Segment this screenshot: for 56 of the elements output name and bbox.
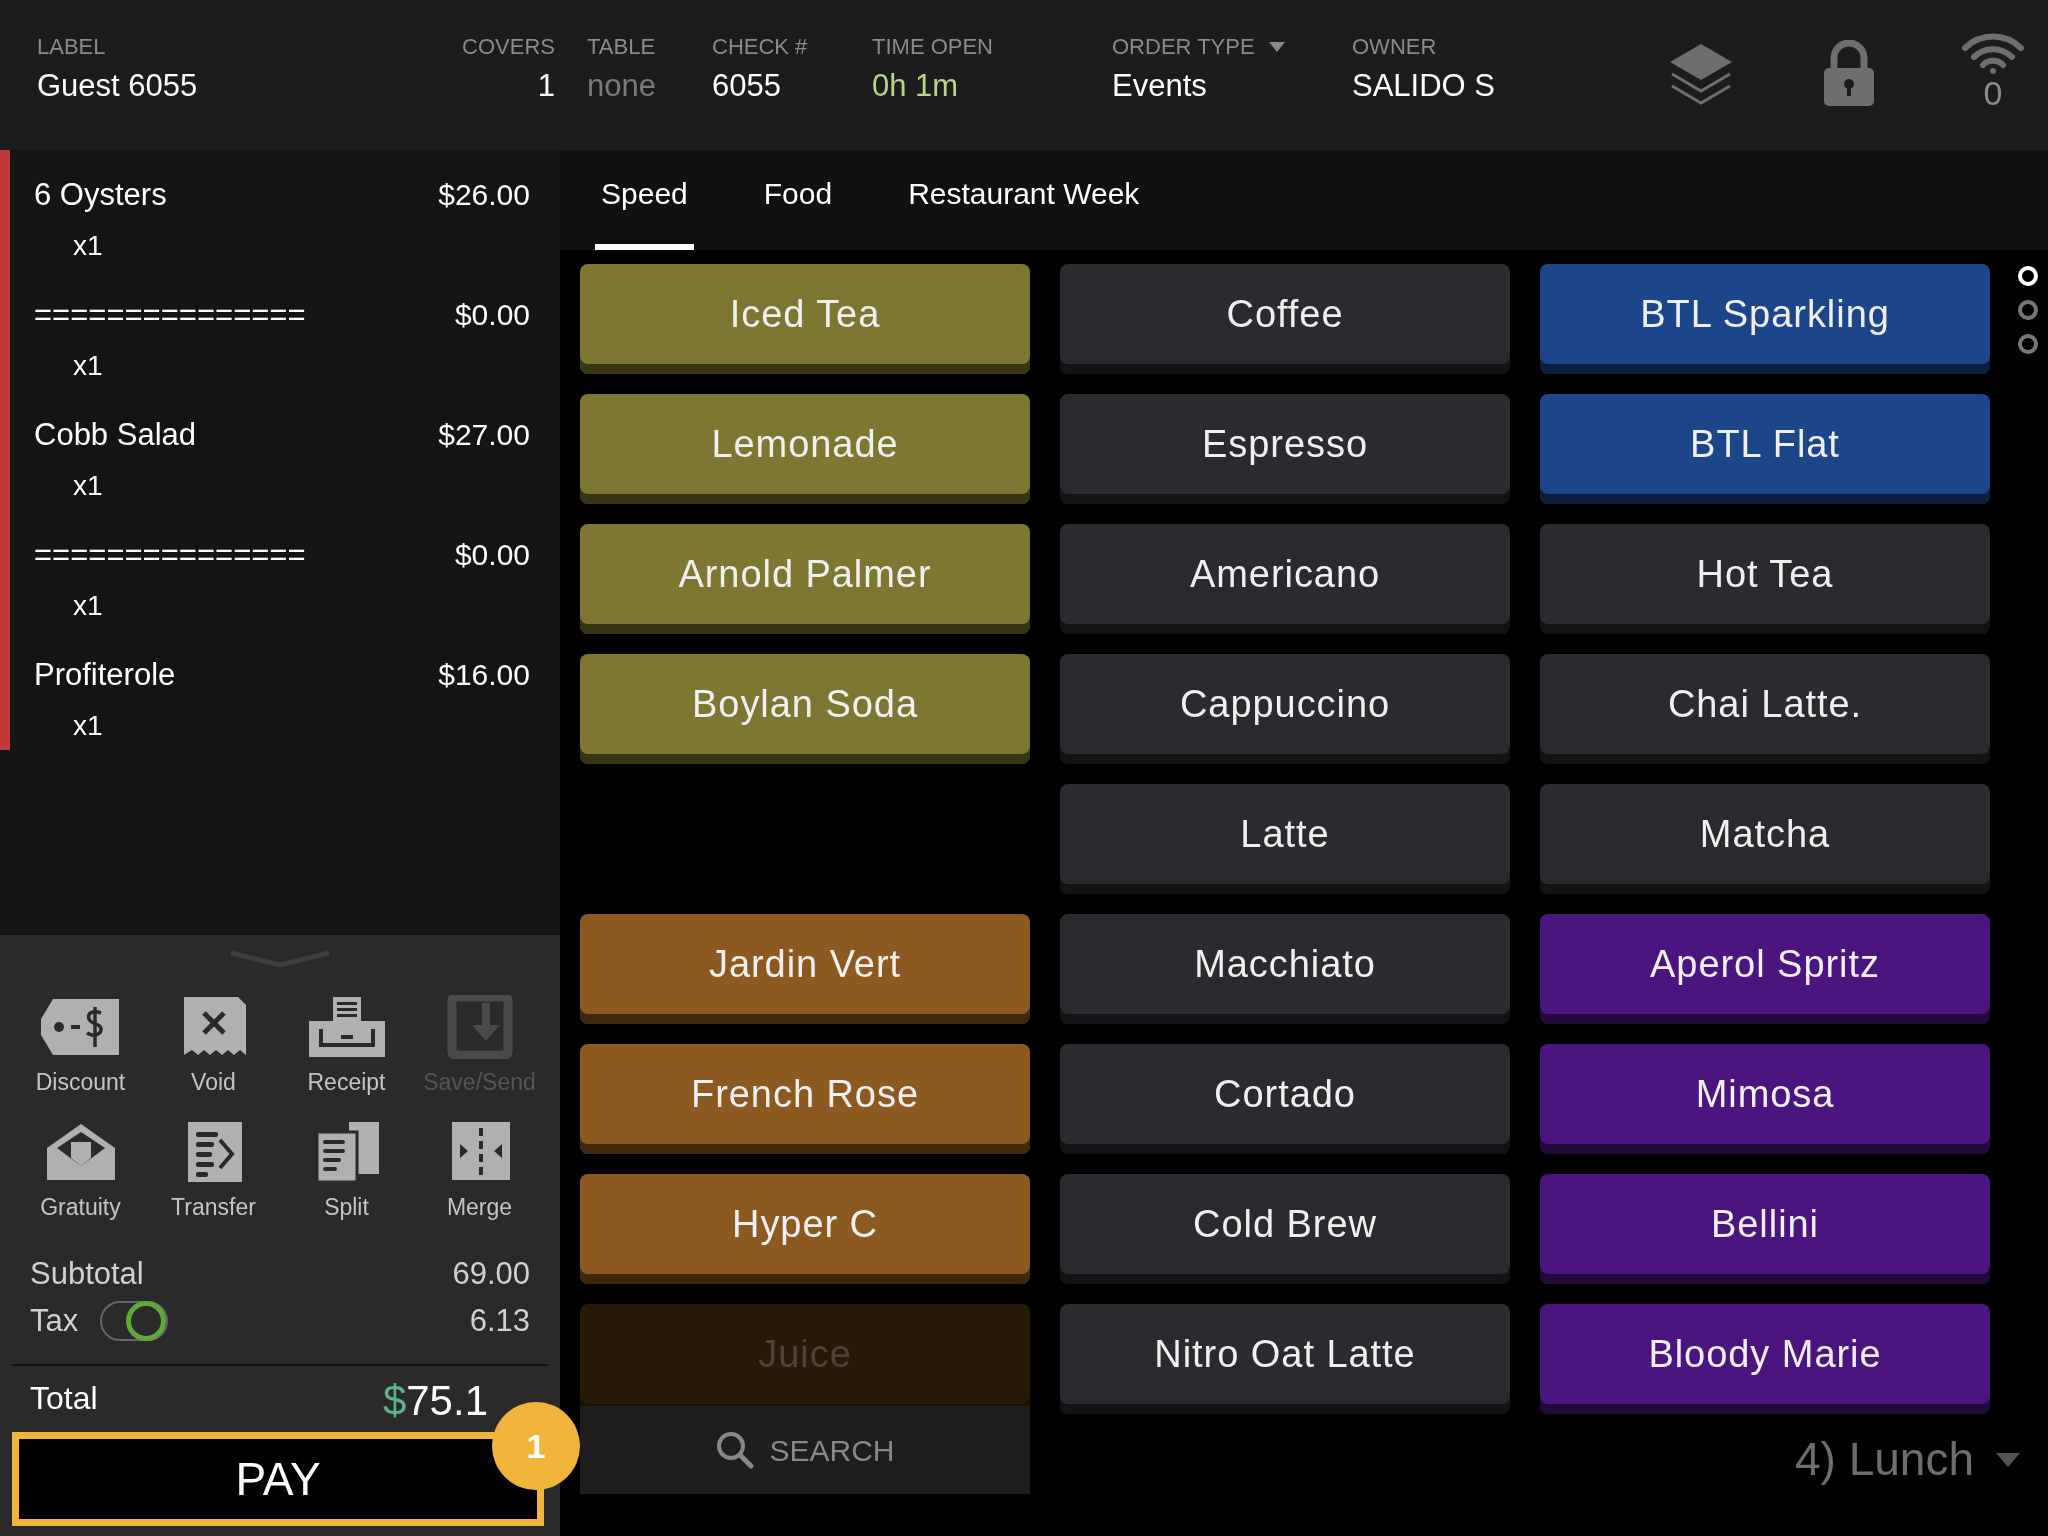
order-item-name[interactable]: Profiterole <box>34 652 176 699</box>
subtotal-label: Subtotal <box>30 1255 144 1293</box>
field-label: TABLE <box>587 36 656 58</box>
check-action-button[interactable]: Gratuity <box>14 1119 147 1224</box>
field-label: LABEL <box>37 36 106 58</box>
check-action-button[interactable]: Receipt <box>280 995 413 1100</box>
field-value: none <box>587 70 656 101</box>
tax-value: 6.13 <box>469 1301 530 1340</box>
total-value: $75.1 <box>382 1380 488 1422</box>
search-icon <box>715 1430 756 1470</box>
field-label: COVERS <box>462 36 555 58</box>
layers-icon[interactable] <box>1668 42 1734 106</box>
tax-label: Tax <box>30 1301 79 1340</box>
field-value: SALIDO S <box>1352 70 1495 101</box>
notification-badge: 1 <box>492 1402 580 1490</box>
order-item-quantity: x1 <box>72 708 104 743</box>
order-item-price: $27.00 <box>438 417 530 453</box>
menu-selector[interactable]: 4) Lunch <box>1795 1425 2020 1494</box>
order-item-price: $0.00 <box>454 537 530 573</box>
order-item-name[interactable]: =============== <box>34 532 306 579</box>
field-value: 1 <box>537 70 555 101</box>
dropdown-caret-icon <box>1996 1452 2020 1467</box>
wifi-count: 0 <box>1983 76 2003 110</box>
check-action-button[interactable]: Merge <box>413 1119 546 1224</box>
category-tab[interactable]: Speed <box>595 171 694 250</box>
field-label: TIME OPEN <box>872 36 993 58</box>
check-action-button[interactable]: Discount <box>14 995 147 1100</box>
lock-icon[interactable] <box>1822 40 1876 106</box>
field-value: 6055 <box>712 70 781 101</box>
check-action-button[interactable]: Split <box>280 1119 413 1224</box>
field-label: CHECK # <box>712 36 808 58</box>
wifi-icon <box>1962 32 2024 74</box>
category-tab[interactable]: Restaurant Week <box>902 171 1146 250</box>
check-action-button[interactable]: Transfer <box>147 1119 280 1224</box>
order-item-name[interactable]: Cobb Salad <box>34 412 196 459</box>
order-item-price: $0.00 <box>454 297 530 333</box>
order-item-price: $16.00 <box>438 657 530 693</box>
search-button[interactable]: SEARCH <box>580 1406 1030 1494</box>
field-value: 0h 1m <box>872 70 959 101</box>
field-value: Guest 6055 <box>37 70 198 101</box>
order-item-name[interactable]: =============== <box>34 292 306 339</box>
order-item-quantity: x1 <box>72 228 104 263</box>
total-label: Total <box>30 1379 98 1418</box>
tax-toggle[interactable] <box>100 1300 169 1341</box>
dropdown-caret-icon[interactable] <box>1268 42 1285 52</box>
field-value[interactable]: Events <box>1112 70 1207 101</box>
field-label: ORDER TYPE <box>1112 36 1255 58</box>
order-item-price: $26.00 <box>438 177 530 213</box>
order-item-quantity: x1 <box>72 468 104 503</box>
order-item-quantity: x1 <box>72 348 104 383</box>
check-action-button[interactable]: Void <box>147 995 280 1100</box>
field-label: OWNER <box>1352 36 1437 58</box>
order-item-quantity: x1 <box>72 588 104 623</box>
order-item-name[interactable]: 6 Oysters <box>34 172 167 219</box>
category-tab[interactable]: Food <box>757 171 839 250</box>
subtotal-value: 69.00 <box>452 1255 530 1293</box>
